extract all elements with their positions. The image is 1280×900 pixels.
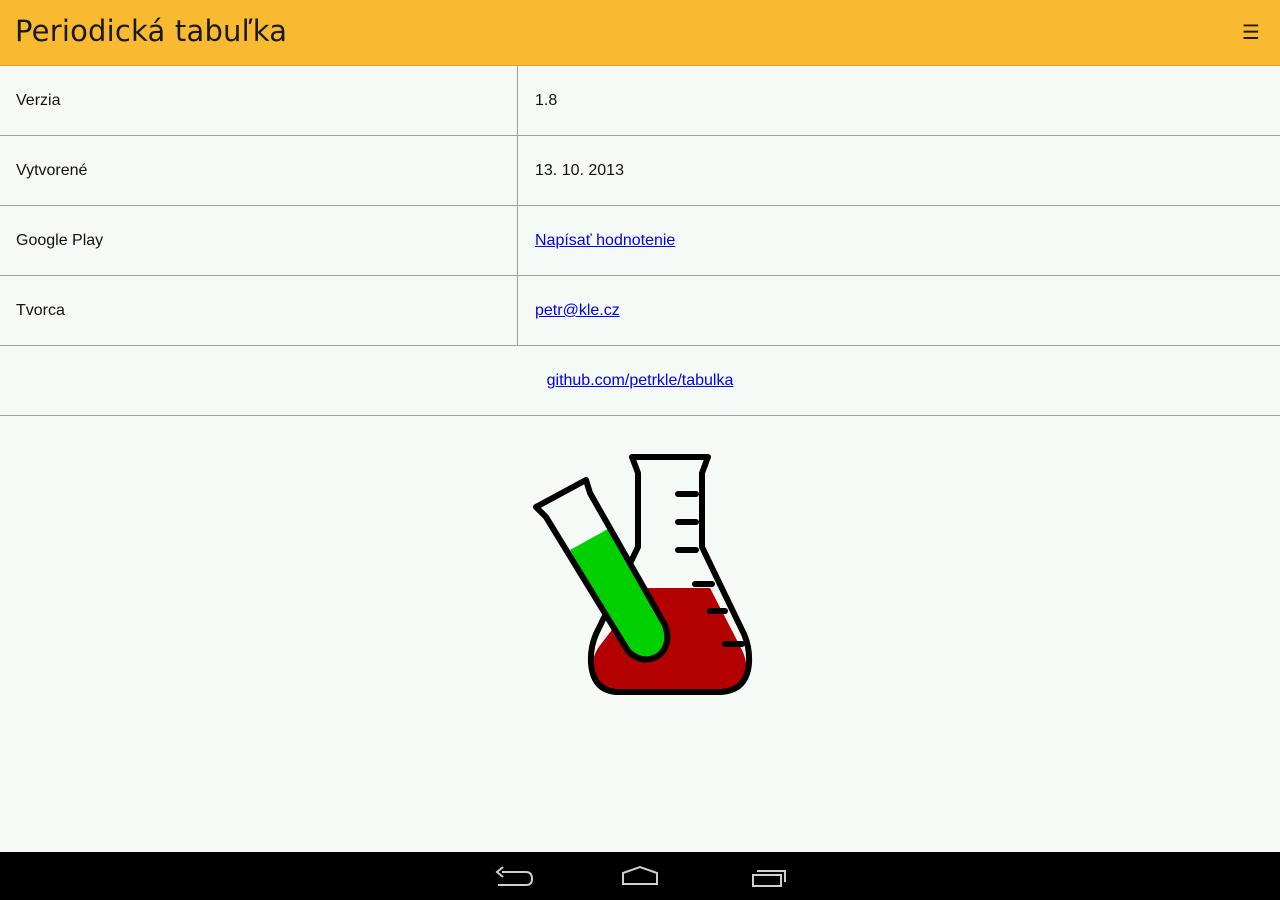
home-icon[interactable] [610,860,670,894]
github-link[interactable]: github.com/petrkle/tabulka [547,372,734,389]
write-review-link[interactable]: Napísať hodnotenie [535,232,675,249]
app-title: Periodická tabuľka [15,14,288,48]
author-email-link[interactable]: petr@kle.cz [535,302,620,319]
chemistry-flask-icon [520,445,760,705]
table-row-version: Verzia 1.8 [0,66,1280,136]
menu-icon[interactable]: ☰ [1240,21,1262,45]
created-label: Vytvorené [0,136,518,205]
back-icon[interactable] [482,860,542,894]
system-nav-bar [0,852,1280,900]
table-row-google-play: Google Play Napísať hodnotenie [0,206,1280,276]
table-row-created: Vytvorené 13. 10. 2013 [0,136,1280,206]
google-play-cell: Napísať hodnotenie [519,206,1280,275]
author-cell: petr@kle.cz [519,276,1280,345]
created-value: 13. 10. 2013 [535,162,624,179]
about-table: Verzia 1.8 Vytvorené 13. 10. 2013 Google… [0,66,1280,416]
app-bar: Periodická tabuľka ☰ [0,0,1280,66]
table-row-author: Tvorca petr@kle.cz [0,276,1280,346]
table-row-github: github.com/petrkle/tabulka [0,346,1280,416]
author-label: Tvorca [0,276,518,345]
version-value: 1.8 [535,92,558,109]
recent-apps-icon[interactable] [739,860,799,894]
version-label: Verzia [0,66,518,135]
google-play-label: Google Play [0,206,518,275]
